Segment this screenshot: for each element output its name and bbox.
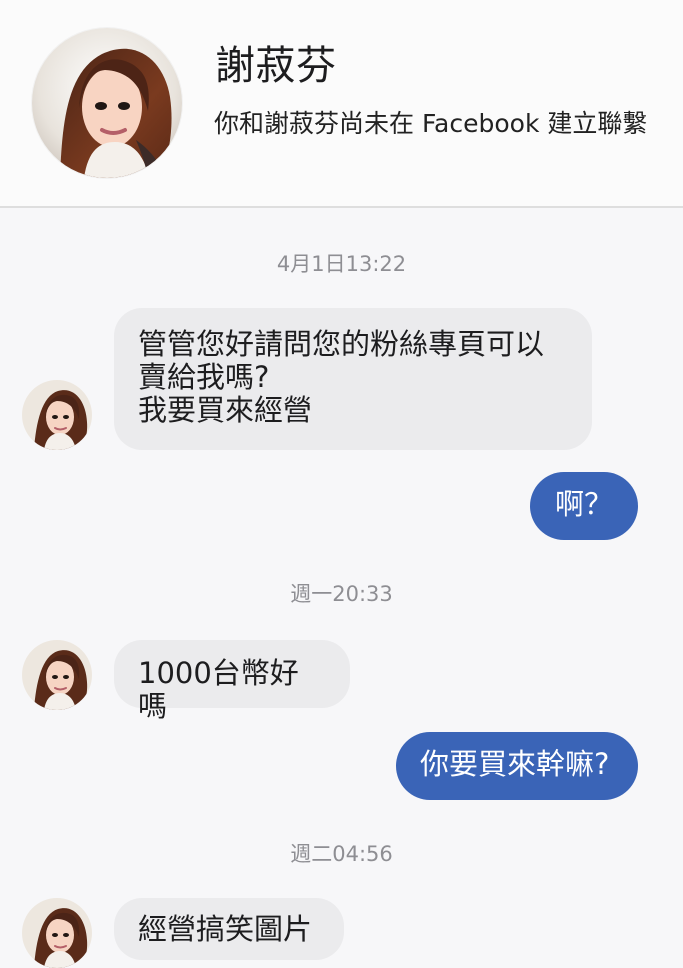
message-timestamp: 週二04:56 bbox=[290, 842, 393, 866]
sender-avatar[interactable] bbox=[22, 898, 92, 968]
outgoing-message-bubble[interactable]: 啊？ bbox=[530, 472, 638, 540]
message-timestamp: 4月1日13:22 bbox=[276, 252, 407, 276]
contact-name: 謝菽芬 bbox=[215, 43, 337, 89]
profile-photo-icon bbox=[22, 898, 92, 968]
profile-photo-icon bbox=[22, 380, 92, 450]
profile-avatar[interactable] bbox=[32, 28, 182, 178]
connection-status: 你和謝菽芬尚未在 Facebook 建立聯繫 bbox=[214, 109, 648, 138]
incoming-message-bubble[interactable]: 經營搞笑圖片 bbox=[114, 898, 344, 960]
sender-avatar[interactable] bbox=[22, 640, 92, 710]
profile-photo-icon bbox=[22, 640, 92, 710]
conversation-header: 謝菽芬 你和謝菽芬尚未在 Facebook 建立聯繫 bbox=[0, 0, 683, 208]
incoming-message-bubble[interactable]: 管管您好請問您的粉絲專頁可以 賣給我嗎? 我要買來經營 bbox=[114, 308, 592, 450]
incoming-message-bubble[interactable]: 1000台幣好嗎 bbox=[114, 640, 350, 723]
sender-avatar[interactable] bbox=[22, 380, 92, 450]
outgoing-message-bubble[interactable]: 你要買來幹嘛? bbox=[396, 732, 638, 800]
message-timestamp: 週一20:33 bbox=[290, 582, 393, 606]
profile-photo-icon bbox=[32, 28, 182, 178]
